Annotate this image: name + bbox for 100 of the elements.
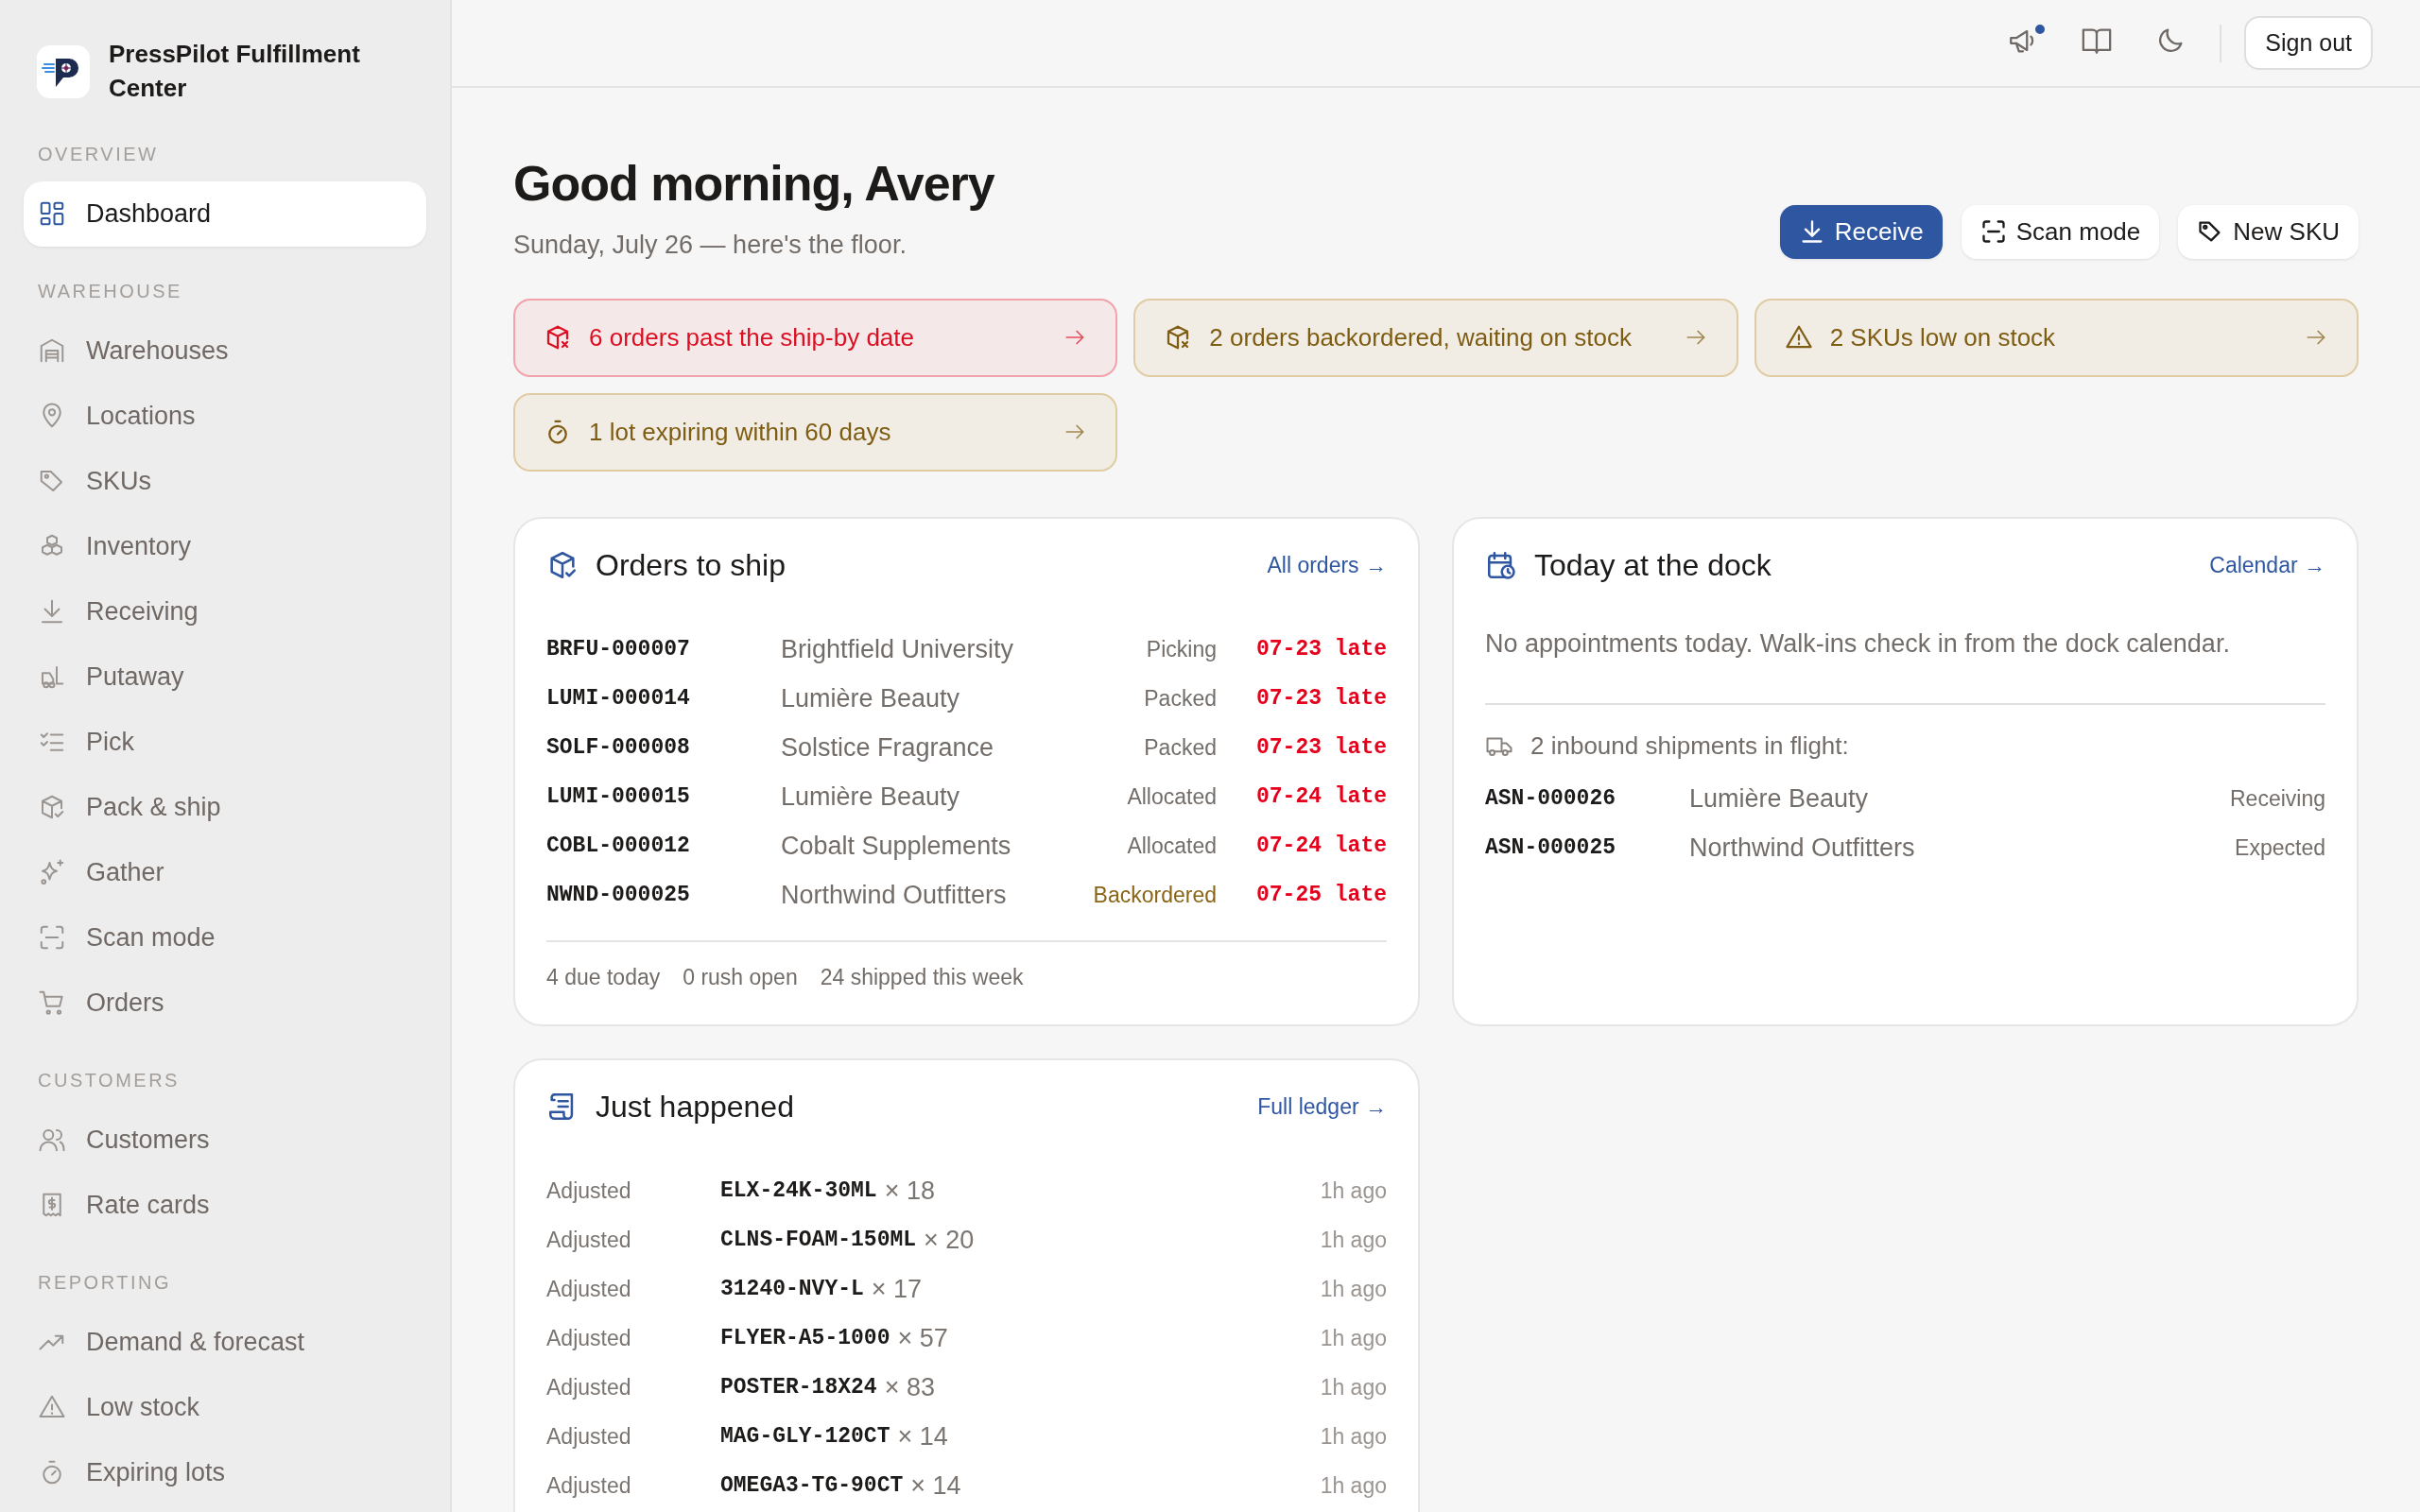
order-status: Allocated xyxy=(1127,833,1217,861)
nav-item[interactable]: Scan mode xyxy=(24,904,426,971)
nav-item[interactable]: Customers xyxy=(24,1107,426,1173)
order-id: LUMI-000014 xyxy=(546,685,691,713)
order-id: NWND-000025 xyxy=(546,882,691,910)
card-link[interactable]: All orders → xyxy=(1267,548,1387,582)
order-stat: 24 shipped this week xyxy=(820,964,1024,992)
brand-name: PressPilot Fulfillment Center xyxy=(109,39,361,104)
order-status: Allocated xyxy=(1127,783,1217,812)
customer-name: Brightfield University xyxy=(781,634,1015,666)
empty-message: No appointments today. Walk-ins check in from the dock calendar. xyxy=(1485,628,2231,661)
customer-name: Northwind Outfitters xyxy=(1689,832,1916,864)
time-ago: 1h ago xyxy=(1320,1471,1387,1500)
shipment-id: ASN-000025 xyxy=(1485,833,1617,862)
due-date: 07-23 late xyxy=(1254,734,1387,763)
action-button[interactable]: Receive xyxy=(1779,204,1943,259)
ledger-action: Adjusted xyxy=(546,1177,632,1205)
quantity: × 14 xyxy=(897,1420,949,1452)
quantity: × 57 xyxy=(897,1322,949,1354)
order-status: Packed xyxy=(1144,734,1217,763)
nav-item[interactable]: Receiving xyxy=(24,578,426,644)
section-label: WAREHOUSE xyxy=(37,279,182,303)
page-title: Good morning, Avery xyxy=(513,155,994,213)
ledger-action: Adjusted xyxy=(546,1373,632,1401)
order-id: BRFU-000007 xyxy=(546,636,691,664)
card-title: Today at the dock xyxy=(1534,546,1772,584)
nav-item[interactable]: Warehouses xyxy=(24,318,426,384)
sku-code: 31240-NVY-L xyxy=(720,1275,864,1303)
nav-item[interactable]: Rate cards xyxy=(24,1172,426,1238)
customer-name: Cobalt Supplements xyxy=(781,831,1012,863)
nav-item[interactable]: SKUs xyxy=(24,448,426,514)
page-subtitle: Sunday, July 26 — here's the floor. xyxy=(513,230,908,262)
order-id: SOLF-000008 xyxy=(546,734,691,763)
nav-item[interactable]: Orders xyxy=(24,970,426,1036)
alert-banner[interactable]: 2 SKUs low on stock xyxy=(1754,298,2359,377)
ledger-action: Adjusted xyxy=(546,1422,632,1451)
section-label: CUSTOMERS xyxy=(37,1068,180,1092)
section-label: REPORTING xyxy=(37,1270,172,1295)
inbound-label: 2 inbound shipments in flight: xyxy=(1530,730,1849,762)
time-ago: 1h ago xyxy=(1320,1275,1387,1303)
nav-item[interactable]: Gather xyxy=(24,839,426,905)
order-stat: 4 due today xyxy=(546,964,661,992)
calendar-icon xyxy=(1485,549,1517,582)
nav-item[interactable]: Demand & forecast xyxy=(24,1309,426,1375)
shipment-status: Expected xyxy=(2235,833,2325,862)
order-stat: 0 rush open xyxy=(683,964,798,992)
ledger-action: Adjusted xyxy=(546,1275,632,1303)
sparkle-icon xyxy=(38,858,66,887)
nav-item[interactable]: Pick xyxy=(24,709,426,775)
nav-item[interactable]: Expiring lots xyxy=(24,1439,426,1505)
nav-item[interactable]: Putaway xyxy=(24,644,426,710)
order-id: COBL-000012 xyxy=(546,833,691,861)
time-ago: 1h ago xyxy=(1320,1373,1387,1401)
alert-banner[interactable]: 6 orders past the ship-by date xyxy=(513,298,1118,377)
ledger-action: Adjusted xyxy=(546,1226,632,1254)
nav-item[interactable]: Inventory xyxy=(24,513,426,579)
alert-banner[interactable]: 1 lot expiring within 60 days xyxy=(513,392,1118,472)
cart-icon xyxy=(38,988,66,1018)
order-status: Backordered xyxy=(1093,882,1217,910)
card-link[interactable]: Full ledger → xyxy=(1257,1090,1387,1124)
customer-name: Lumière Beauty xyxy=(781,782,961,814)
alert-banner[interactable]: 2 orders backordered, waiting on stock xyxy=(1133,298,1738,377)
order-status: Picking xyxy=(1146,636,1217,664)
card-title: Orders to ship xyxy=(596,546,786,584)
action-button[interactable]: New SKU xyxy=(2178,204,2359,259)
customer-name: Lumière Beauty xyxy=(1689,782,1870,815)
sku-code: CLNS-FOAM-150ML xyxy=(720,1226,917,1254)
nav-item[interactable]: Dashboard xyxy=(24,180,426,247)
ledger-action: Adjusted xyxy=(546,1471,632,1500)
sku-code: POSTER-18X24 xyxy=(720,1373,877,1401)
sku-code: OMEGA3-TG-90CT xyxy=(720,1471,904,1500)
sign-out-button[interactable]: Sign out xyxy=(2244,15,2373,71)
time-ago: 1h ago xyxy=(1320,1226,1387,1254)
ledger-action: Adjusted xyxy=(546,1324,632,1352)
shipment-status: Receiving xyxy=(2230,784,2325,813)
quantity: × 17 xyxy=(871,1273,924,1305)
customer-name: Solstice Fragrance xyxy=(781,732,995,765)
quantity: × 14 xyxy=(910,1469,962,1502)
order-id: LUMI-000015 xyxy=(546,783,691,812)
sku-code: ELX-24K-30ML xyxy=(720,1177,877,1205)
action-button[interactable]: Scan mode xyxy=(1961,204,2160,259)
quantity: × 18 xyxy=(884,1175,936,1207)
section-label: OVERVIEW xyxy=(37,142,159,166)
nav-item[interactable]: Low stock xyxy=(24,1374,426,1440)
shipment-id: ASN-000026 xyxy=(1485,784,1617,813)
due-date: 07-25 late xyxy=(1254,882,1387,910)
sku-code: MAG-GLY-120CT xyxy=(720,1422,890,1451)
customer-name: Northwind Outfitters xyxy=(781,880,1008,912)
customer-name: Lumière Beauty xyxy=(781,683,961,715)
time-ago: 1h ago xyxy=(1320,1177,1387,1205)
card-link[interactable]: Calendar → xyxy=(2209,548,2325,582)
nav-item[interactable]: Pack & ship xyxy=(24,774,426,840)
order-status: Packed xyxy=(1144,685,1217,713)
quantity: × 20 xyxy=(924,1224,976,1256)
time-ago: 1h ago xyxy=(1320,1324,1387,1352)
due-date: 07-23 late xyxy=(1254,636,1387,664)
nav-item[interactable]: Locations xyxy=(24,383,426,449)
sku-code: FLYER-A5-1000 xyxy=(720,1324,890,1352)
due-date: 07-24 late xyxy=(1254,783,1387,812)
due-date: 07-24 late xyxy=(1254,833,1387,861)
